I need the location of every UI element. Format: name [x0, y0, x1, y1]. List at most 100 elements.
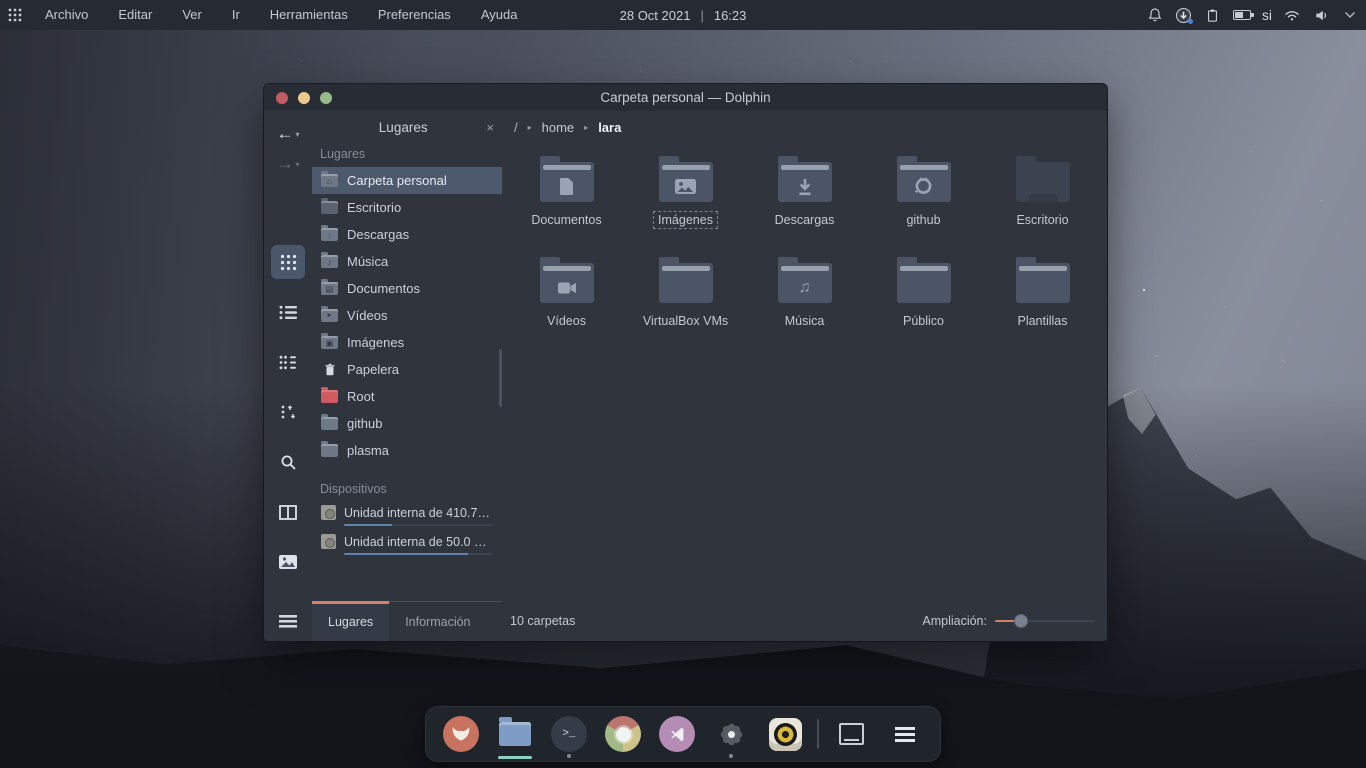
folder-plantillas[interactable]: Plantillas: [983, 250, 1102, 351]
clipboard-icon[interactable]: [1203, 5, 1223, 25]
places-item-musica[interactable]: Música: [312, 248, 502, 275]
folder-documents-icon: [540, 162, 594, 202]
updates-icon[interactable]: [1174, 5, 1194, 25]
folder-documentos[interactable]: Documentos: [507, 149, 626, 250]
clock[interactable]: 28 Oct 2021 | 16:23: [620, 8, 747, 23]
device-label: Unidad interna de 410.7 …: [344, 506, 493, 520]
menu-herramientas[interactable]: Herramientas: [255, 0, 363, 30]
app-launcher-icon[interactable]: [0, 8, 30, 22]
firefox-icon[interactable]: [439, 706, 483, 762]
volume-icon[interactable]: [1311, 5, 1331, 25]
trash-icon: [321, 362, 338, 377]
media-player-icon[interactable]: [763, 706, 807, 762]
folder-name: github: [901, 211, 945, 229]
folder-descargas[interactable]: Descargas: [745, 149, 864, 250]
zoom-slider[interactable]: [995, 614, 1095, 628]
places-item-label: Imágenes: [347, 335, 404, 350]
compact-view-button[interactable]: [271, 345, 305, 379]
close-panel-icon[interactable]: ×: [486, 120, 494, 135]
menu-preferencias[interactable]: Preferencias: [363, 0, 466, 30]
split-view-button[interactable]: [271, 495, 305, 529]
drive-icon: [321, 534, 336, 549]
top-panel: Archivo Editar Ver Ir Herramientas Prefe…: [0, 0, 1366, 30]
details-view-button[interactable]: [271, 295, 305, 329]
tab-informacion[interactable]: Información: [389, 602, 486, 641]
search-icon[interactable]: [271, 445, 305, 479]
folder-download-icon: [321, 228, 338, 241]
sort-button[interactable]: [271, 395, 305, 429]
folder-imagenes[interactable]: Imágenes: [626, 149, 745, 250]
expand-tray-icon[interactable]: [1340, 5, 1360, 25]
dock-active-indicator: [498, 756, 532, 760]
places-item-imagenes[interactable]: Imágenes: [312, 329, 502, 356]
dolphin-window: Carpeta personal — Dolphin ←▾ →▾: [264, 84, 1107, 641]
menu-ver[interactable]: Ver: [167, 0, 217, 30]
places-item-plasma[interactable]: plasma: [312, 437, 502, 464]
settings-icon[interactable]: [709, 706, 753, 762]
places-panel-title: Lugares: [320, 120, 486, 135]
places-item-descargas[interactable]: Descargas: [312, 221, 502, 248]
places-item-github[interactable]: github: [312, 410, 502, 437]
menu-editar[interactable]: Editar: [103, 0, 167, 30]
menu-ayuda[interactable]: Ayuda: [466, 0, 533, 30]
folder-name: Vídeos: [542, 312, 591, 330]
github-icon: [897, 162, 951, 202]
folder-image-icon: [321, 336, 338, 349]
folder-virtualbox-vms[interactable]: VirtualBox VMs: [626, 250, 745, 351]
folder-name: Música: [780, 312, 830, 330]
terminal-icon[interactable]: >_: [547, 706, 591, 762]
sidebar-scrollbar[interactable]: [499, 349, 502, 407]
places-item-videos[interactable]: Vídeos: [312, 302, 502, 329]
battery-icon[interactable]: [1232, 5, 1252, 25]
places-item-papelera[interactable]: Papelera: [312, 356, 502, 383]
device-item-50[interactable]: Unidad interna de 50.0 …: [312, 531, 502, 560]
breadcrumb: / ▸ home ▸ lara: [502, 111, 1107, 143]
close-window-button[interactable]: [276, 92, 288, 104]
folder-publico[interactable]: Público: [864, 250, 983, 351]
folder-name: Plantillas: [1012, 312, 1072, 330]
app-menu-icon[interactable]: [883, 706, 927, 762]
minimize-window-button[interactable]: [298, 92, 310, 104]
breadcrumb-root[interactable]: /: [514, 120, 518, 135]
folder-github[interactable]: github: [864, 149, 983, 250]
icons-view-button[interactable]: [271, 245, 305, 279]
keyboard-layout-indicator[interactable]: si: [1261, 7, 1273, 23]
folder-root-icon: [321, 390, 338, 403]
zoom-control: Ampliación:: [922, 601, 1107, 641]
back-button[interactable]: ←▾: [276, 119, 299, 149]
hamburger-menu-icon[interactable]: [264, 601, 312, 641]
clock-separator: |: [700, 8, 703, 23]
folder-musica[interactable]: Música: [745, 250, 864, 351]
forward-button[interactable]: →▾: [276, 149, 299, 179]
places-item-escritorio[interactable]: Escritorio: [312, 194, 502, 221]
breadcrumb-home[interactable]: home: [542, 120, 575, 135]
places-item-carpeta-personal[interactable]: Carpeta personal: [312, 167, 502, 194]
maximize-window-button[interactable]: [320, 92, 332, 104]
places-item-label: Root: [347, 389, 374, 404]
breadcrumb-current[interactable]: lara: [598, 120, 621, 135]
breadcrumb-separator-icon: ▸: [584, 123, 588, 132]
chromium-icon[interactable]: [601, 706, 645, 762]
titlebar[interactable]: Carpeta personal — Dolphin: [264, 84, 1107, 111]
show-desktop-icon[interactable]: [829, 706, 873, 762]
folder-name: Descargas: [770, 211, 840, 229]
file-manager-icon[interactable]: [493, 706, 537, 762]
preview-toggle-icon[interactable]: [271, 545, 305, 579]
desktop: Archivo Editar Ver Ir Herramientas Prefe…: [0, 0, 1366, 768]
zoom-slider-handle[interactable]: [1014, 614, 1028, 628]
places-item-documentos[interactable]: Documentos: [312, 275, 502, 302]
zoom-label: Ampliación:: [922, 614, 987, 628]
device-item-410[interactable]: Unidad interna de 410.7 …: [312, 502, 502, 531]
window-title: Carpeta personal — Dolphin: [600, 90, 770, 105]
folder-name: VirtualBox VMs: [638, 312, 733, 330]
vscode-icon[interactable]: [655, 706, 699, 762]
tab-lugares[interactable]: Lugares: [312, 602, 389, 641]
wifi-icon[interactable]: [1282, 5, 1302, 25]
folder-name: Documentos: [526, 211, 606, 229]
notifications-icon[interactable]: [1145, 5, 1165, 25]
menu-ir[interactable]: Ir: [217, 0, 255, 30]
menu-archivo[interactable]: Archivo: [30, 0, 103, 30]
places-item-root[interactable]: Root: [312, 383, 502, 410]
folder-videos[interactable]: Vídeos: [507, 250, 626, 351]
folder-escritorio[interactable]: Escritorio: [983, 149, 1102, 250]
